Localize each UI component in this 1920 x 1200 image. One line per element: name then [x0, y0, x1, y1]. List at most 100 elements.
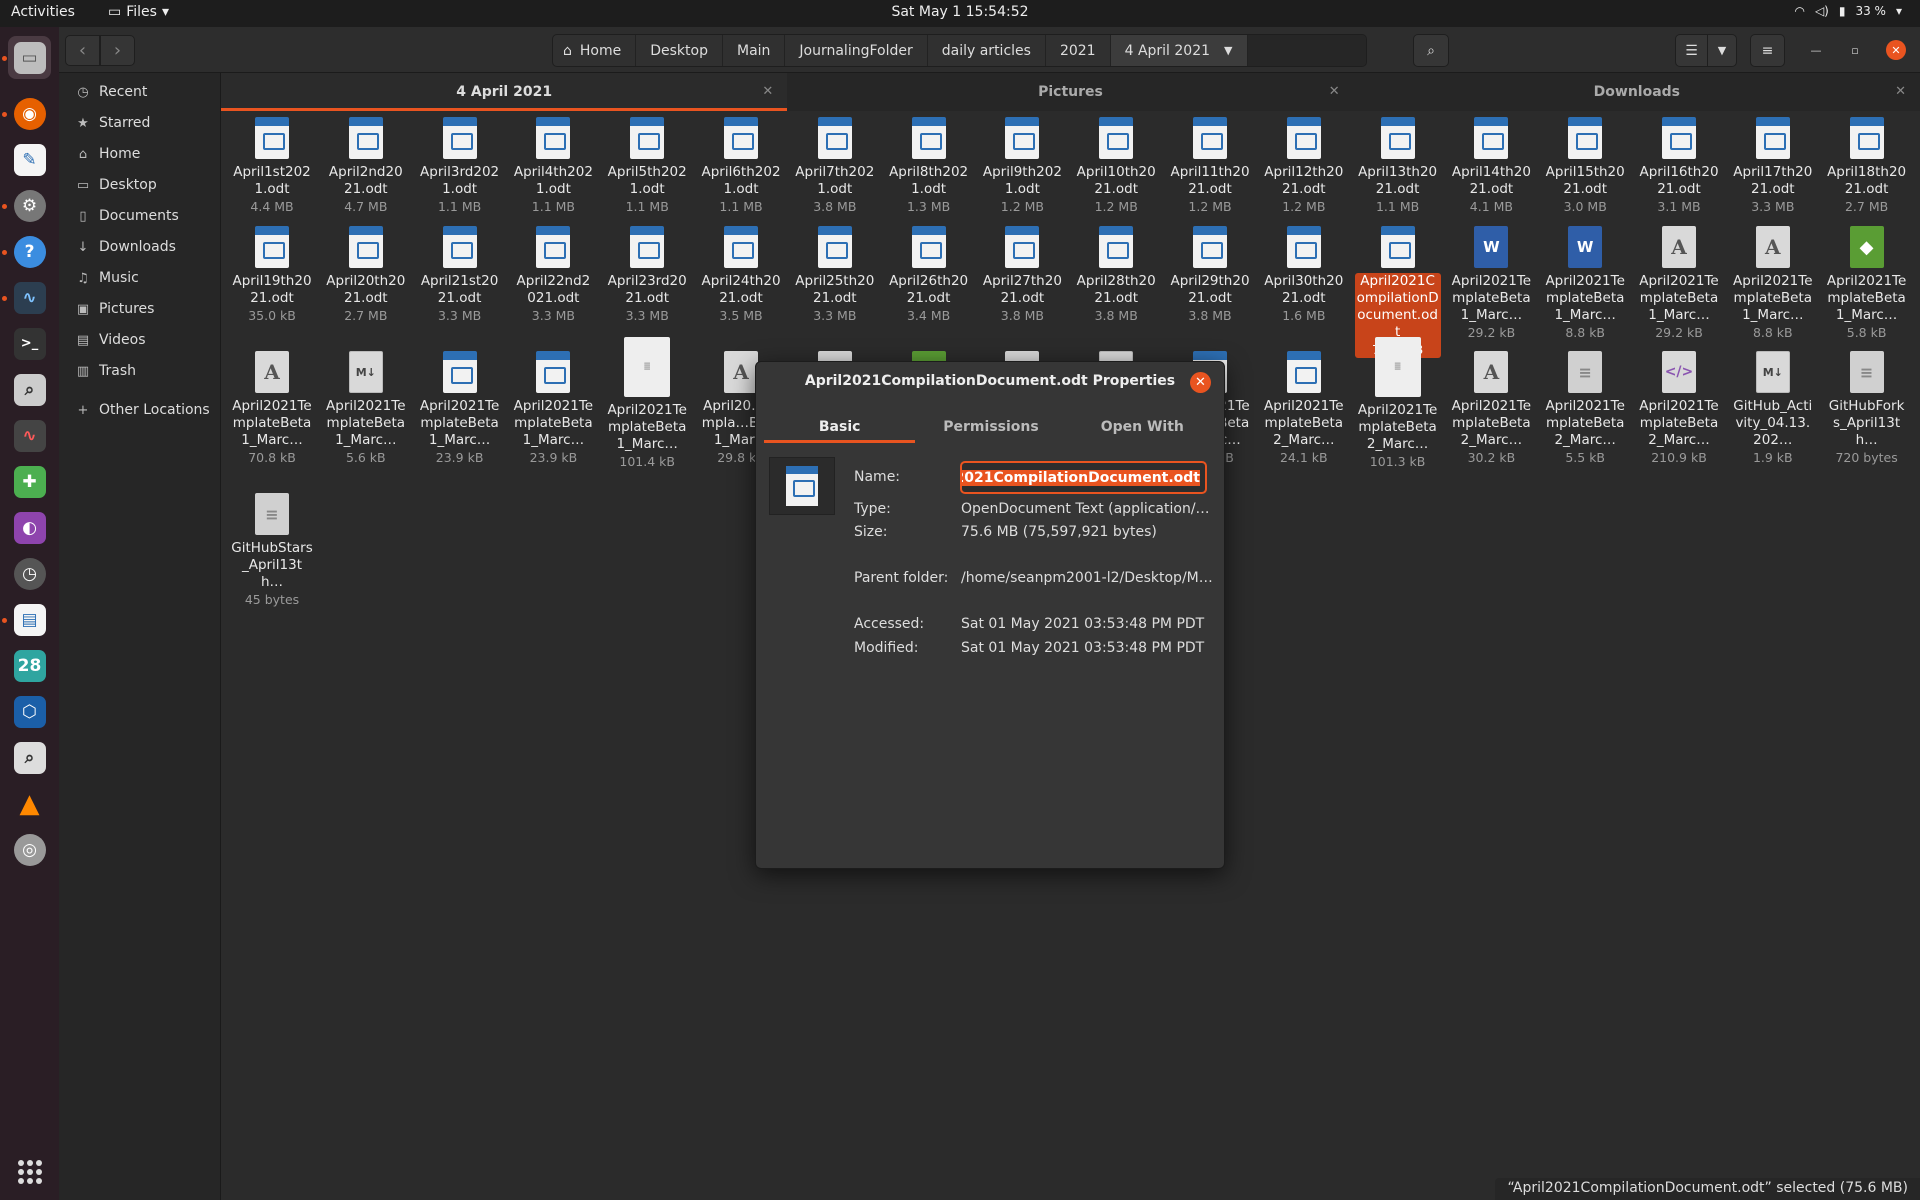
file-item[interactable]: April9th2021.odt 1.2 MB [979, 117, 1065, 215]
sidebar-item-documents[interactable]: ▯ Documents [59, 199, 221, 233]
file-item[interactable]: M↓ April2021TemplateBeta1_Marc… 5.6 kB [323, 351, 409, 466]
file-item[interactable]: ◆ April2021TemplateBeta1_Marc… 5.8 kB [1824, 226, 1910, 341]
file-item[interactable]: April2021TemplateBeta2_Marc… 24.1 kB [1261, 351, 1347, 466]
sidebar-item-videos[interactable]: ▤ Videos [59, 323, 221, 357]
calendar-icon[interactable]: 28 [8, 644, 51, 687]
sidebar-item-recent[interactable]: ◷ Recent [59, 75, 221, 109]
file-item[interactable]: ≡ GitHubStars_April13th… 45 bytes [229, 493, 315, 608]
sidebar-item-starred[interactable]: ★ Starred [59, 106, 221, 140]
forward-button[interactable]: › [100, 35, 135, 66]
file-item[interactable]: April18th2021.odt 2.7 MB [1824, 117, 1910, 215]
search-icon[interactable]: ⌕ [8, 368, 51, 411]
settings-icon[interactable]: ⚙ [8, 184, 51, 227]
tab-basic[interactable]: Basic [764, 410, 916, 443]
file-item[interactable]: April24th2021.odt 3.5 MB [698, 226, 784, 324]
file-item[interactable]: April7th2021.odt 3.8 MB [792, 117, 878, 215]
app-menu[interactable]: ▭ Files ▾ [108, 4, 169, 20]
close-icon[interactable]: ✕ [1329, 84, 1340, 99]
clock-icon[interactable]: ◷ [8, 552, 51, 595]
file-item[interactable]: April11th2021.odt 1.2 MB [1167, 117, 1253, 215]
file-item[interactable]: April6th2021.odt 1.1 MB [698, 117, 784, 215]
file-item[interactable]: ≡ GitHubForks_April13th… 720 bytes [1824, 351, 1910, 466]
file-item[interactable]: April13th2021.odt 1.1 MB [1355, 117, 1441, 215]
virtualbox-icon[interactable]: ⬡ [8, 690, 51, 733]
file-item[interactable]: April25th2021.odt 3.3 MB [792, 226, 878, 324]
file-item[interactable]: A April2021TemplateBeta2_Marc… 30.2 kB [1448, 351, 1534, 466]
file-item[interactable]: April12th2021.odt 1.2 MB [1261, 117, 1347, 215]
file-item[interactable]: ≣ April2021TemplateBeta1_Marc… 101.4 kB [604, 337, 690, 470]
file-item[interactable]: April15th2021.odt 3.0 MB [1542, 117, 1628, 215]
sound-recorder-icon[interactable]: ∿ [8, 414, 51, 457]
file-item[interactable]: A April2021TemplateBeta1_Marc… 8.8 kB [1730, 226, 1816, 341]
file-item[interactable]: A April2021TemplateBeta1_Marc… 70.8 kB [229, 351, 315, 466]
file-item[interactable]: ≡ April2021TemplateBeta2_Marc… 5.5 kB [1542, 351, 1628, 466]
file-item[interactable]: April4th2021.odt 1.1 MB [510, 117, 596, 215]
files-icon[interactable]: ▭ [8, 36, 51, 79]
name-input[interactable]: April2021CompilationDocument.odt [960, 461, 1207, 494]
sidebar-item-pictures[interactable]: ▣ Pictures [59, 292, 221, 326]
view-options-button[interactable]: ▼ [1707, 34, 1737, 67]
file-type-icon[interactable] [769, 457, 835, 515]
tab-pictures[interactable]: Pictures ✕ [787, 73, 1353, 111]
sidebar-item-music[interactable]: ♫ Music [59, 261, 221, 295]
file-item[interactable]: A April2021TemplateBeta1_Marc… 29.2 kB [1636, 226, 1722, 341]
tab-open-with[interactable]: Open With [1067, 410, 1218, 443]
maximize-button[interactable]: ▫ [1845, 40, 1865, 60]
vlc-icon[interactable]: ▲ [8, 782, 51, 825]
file-item[interactable]: April30th2021.odt 1.6 MB [1261, 226, 1347, 324]
file-item[interactable]: April3rd2021.odt 1.1 MB [417, 117, 503, 215]
tab-permissions[interactable]: Permissions [915, 410, 1066, 443]
view-toggle-button[interactable]: ☰ [1675, 34, 1708, 67]
terminal-icon[interactable]: >_ [8, 322, 51, 365]
file-item[interactable]: W April2021TemplateBeta1_Marc… 29.2 kB [1448, 226, 1534, 341]
file-item[interactable]: April29th2021.odt 3.8 MB [1167, 226, 1253, 324]
file-item[interactable]: April19th2021.odt 35.0 kB [229, 226, 315, 324]
file-item[interactable]: April14th2021.odt 4.1 MB [1448, 117, 1534, 215]
magnifier-icon[interactable]: ⌕ [8, 736, 51, 779]
tab-downloads[interactable]: Downloads ✕ [1354, 73, 1920, 111]
breadcrumb-main[interactable]: Main [723, 35, 786, 66]
sidebar-item-trash[interactable]: ▥ Trash [59, 354, 221, 388]
file-item[interactable]: April23rd2021.odt 3.3 MB [604, 226, 690, 324]
close-icon[interactable]: ✕ [762, 84, 773, 99]
sidebar-item-home[interactable]: ⌂ Home [59, 137, 221, 171]
puzzle-icon[interactable]: ✚ [8, 460, 51, 503]
tab-4-april-2021[interactable]: 4 April 2021 ✕ [221, 73, 788, 111]
file-item[interactable]: April16th2021.odt 3.1 MB [1636, 117, 1722, 215]
help-icon[interactable]: ? [8, 230, 51, 273]
file-item[interactable]: W April2021TemplateBeta1_Marc… 8.8 kB [1542, 226, 1628, 341]
file-item[interactable]: April22nd2021.odt 3.3 MB [510, 226, 596, 324]
show-apps-icon[interactable] [18, 1160, 42, 1184]
main-menu-button[interactable]: ≡ [1750, 34, 1785, 67]
tweaks-icon[interactable]: ◐ [8, 506, 51, 549]
file-item[interactable]: April8th2021.odt 1.3 MB [886, 117, 972, 215]
file-item[interactable]: April5th2021.odt 1.1 MB [604, 117, 690, 215]
firefox-icon[interactable]: ◉ [8, 92, 51, 135]
file-item[interactable]: April20th2021.odt 2.7 MB [323, 226, 409, 324]
sidebar-item-desktop[interactable]: ▭ Desktop [59, 168, 221, 202]
breadcrumb-journalingfolder[interactable]: JournalingFolder [785, 35, 928, 66]
system-tray[interactable]: ◠ ◁) ▮ 33 % ▾ [1794, 4, 1902, 18]
breadcrumb-2021[interactable]: 2021 [1046, 35, 1111, 66]
sidebar-item-other-locations[interactable]: + Other Locations [59, 393, 221, 427]
search-button[interactable]: ⌕ [1413, 34, 1449, 67]
file-item[interactable]: April26th2021.odt 3.4 MB [886, 226, 972, 324]
breadcrumb-daily-articles[interactable]: daily articles [928, 35, 1046, 66]
clock[interactable]: Sat May 1 15:54:52 [891, 4, 1028, 20]
file-item[interactable]: April10th2021.odt 1.2 MB [1073, 117, 1159, 215]
file-item[interactable]: </> April2021TemplateBeta2_Marc… 210.9 kB [1636, 351, 1722, 466]
breadcrumb-desktop[interactable]: Desktop [636, 35, 723, 66]
file-item[interactable]: April2021TemplateBeta1_Marc… 23.9 kB [510, 351, 596, 466]
parent-folder-value[interactable]: /home/seanpm2001-l2/Desktop/M… [961, 570, 1216, 586]
file-item[interactable]: April2021TemplateBeta1_Marc… 23.9 kB [417, 351, 503, 466]
back-button[interactable]: ‹ [65, 35, 100, 66]
sidebar-item-downloads[interactable]: ↓ Downloads [59, 230, 221, 264]
file-item[interactable]: April27th2021.odt 3.8 MB [979, 226, 1065, 324]
minimize-button[interactable]: — [1806, 40, 1826, 60]
file-item[interactable]: April1st2021.odt 4.4 MB [229, 117, 315, 215]
system-monitor-icon[interactable]: ∿ [8, 276, 51, 319]
breadcrumb-current[interactable]: 4 April 2021 ▼ [1110, 35, 1248, 66]
file-item[interactable]: M↓ GitHub_Activity_04.13.202… 1.9 kB [1730, 351, 1816, 466]
close-window-button[interactable]: ✕ [1886, 40, 1906, 60]
file-item[interactable]: April2nd2021.odt 4.7 MB [323, 117, 409, 215]
